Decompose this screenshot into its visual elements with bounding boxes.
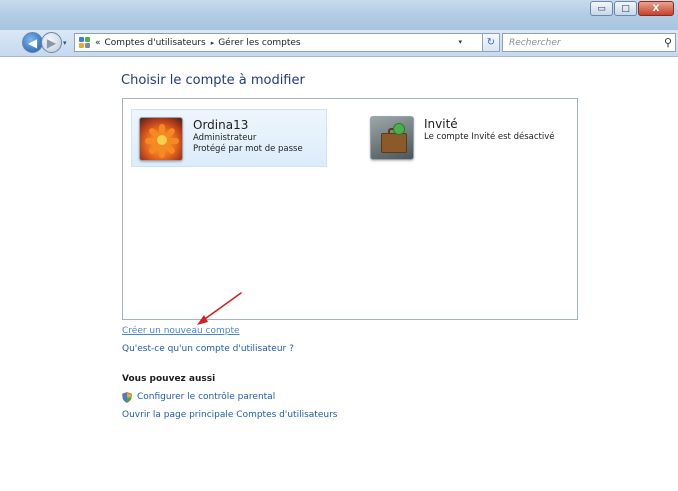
refresh-icon: ↻ (486, 37, 496, 48)
account-name: Ordina13 (193, 118, 249, 132)
refresh-button[interactable]: ↻ (483, 33, 500, 52)
search-box[interactable]: Rechercher ⚲ (502, 33, 676, 52)
account-tile-ordina13[interactable]: Ordina13 Administrateur Protégé par mot … (131, 109, 327, 167)
close-button[interactable]: X (638, 1, 674, 16)
see-also-heading: Vous pouvez aussi (122, 374, 216, 384)
back-button[interactable]: ◀ (22, 32, 43, 53)
navigation-bar: ◀ ▶ ▾ « Comptes d'utilisateurs ▸ Gérer l… (0, 30, 678, 56)
account-name: Invité (424, 117, 458, 131)
search-icon[interactable]: ⚲ (661, 36, 675, 49)
address-dropdown-icon[interactable]: ▾ (458, 38, 462, 46)
account-type: Administrateur (193, 133, 257, 143)
account-tile-guest[interactable]: Invité Le compte Invité est désactivé (363, 109, 569, 167)
recent-pages-dropdown[interactable]: ▾ (63, 39, 67, 47)
flower-avatar-icon (139, 117, 183, 161)
breadcrumb-separator-icon[interactable]: ▸ (211, 39, 215, 47)
accounts-list: Ordina13 Administrateur Protégé par mot … (122, 98, 578, 320)
forward-button[interactable]: ▶ (41, 32, 62, 53)
page-title: Choisir le compte à modifier (121, 73, 305, 88)
account-status: Le compte Invité est désactivé (424, 132, 555, 142)
account-protection: Protégé par mot de passe (193, 144, 303, 154)
window-controls: ▭ □ X (589, 1, 674, 16)
address-bar[interactable]: « Comptes d'utilisateurs ▸ Gérer les com… (74, 33, 483, 52)
content-area: Choisir le compte à modifier Ordina13 Ad… (0, 56, 678, 491)
window-title-bar: ▭ □ X (0, 0, 678, 30)
maximize-button[interactable]: □ (614, 1, 637, 16)
breadcrumb-overflow[interactable]: « (95, 38, 101, 48)
what-is-account-link[interactable]: Qu'est-ce qu'un compte d'utilisateur ? (122, 344, 294, 354)
parental-control-link[interactable]: Configurer le contrôle parental (137, 392, 275, 402)
user-accounts-main-page-link[interactable]: Ouvrir la page principale Comptes d'util… (122, 410, 337, 420)
create-account-link[interactable]: Créer un nouveau compte (122, 326, 240, 336)
breadcrumb-user-accounts[interactable]: Comptes d'utilisateurs (105, 38, 206, 48)
control-panel-icon (79, 36, 91, 49)
shield-icon (122, 392, 132, 403)
search-input[interactable]: Rechercher (509, 38, 661, 48)
minimize-button[interactable]: ▭ (590, 1, 613, 16)
guest-suitcase-icon (370, 116, 414, 160)
breadcrumb-manage-accounts[interactable]: Gérer les comptes (218, 38, 300, 48)
